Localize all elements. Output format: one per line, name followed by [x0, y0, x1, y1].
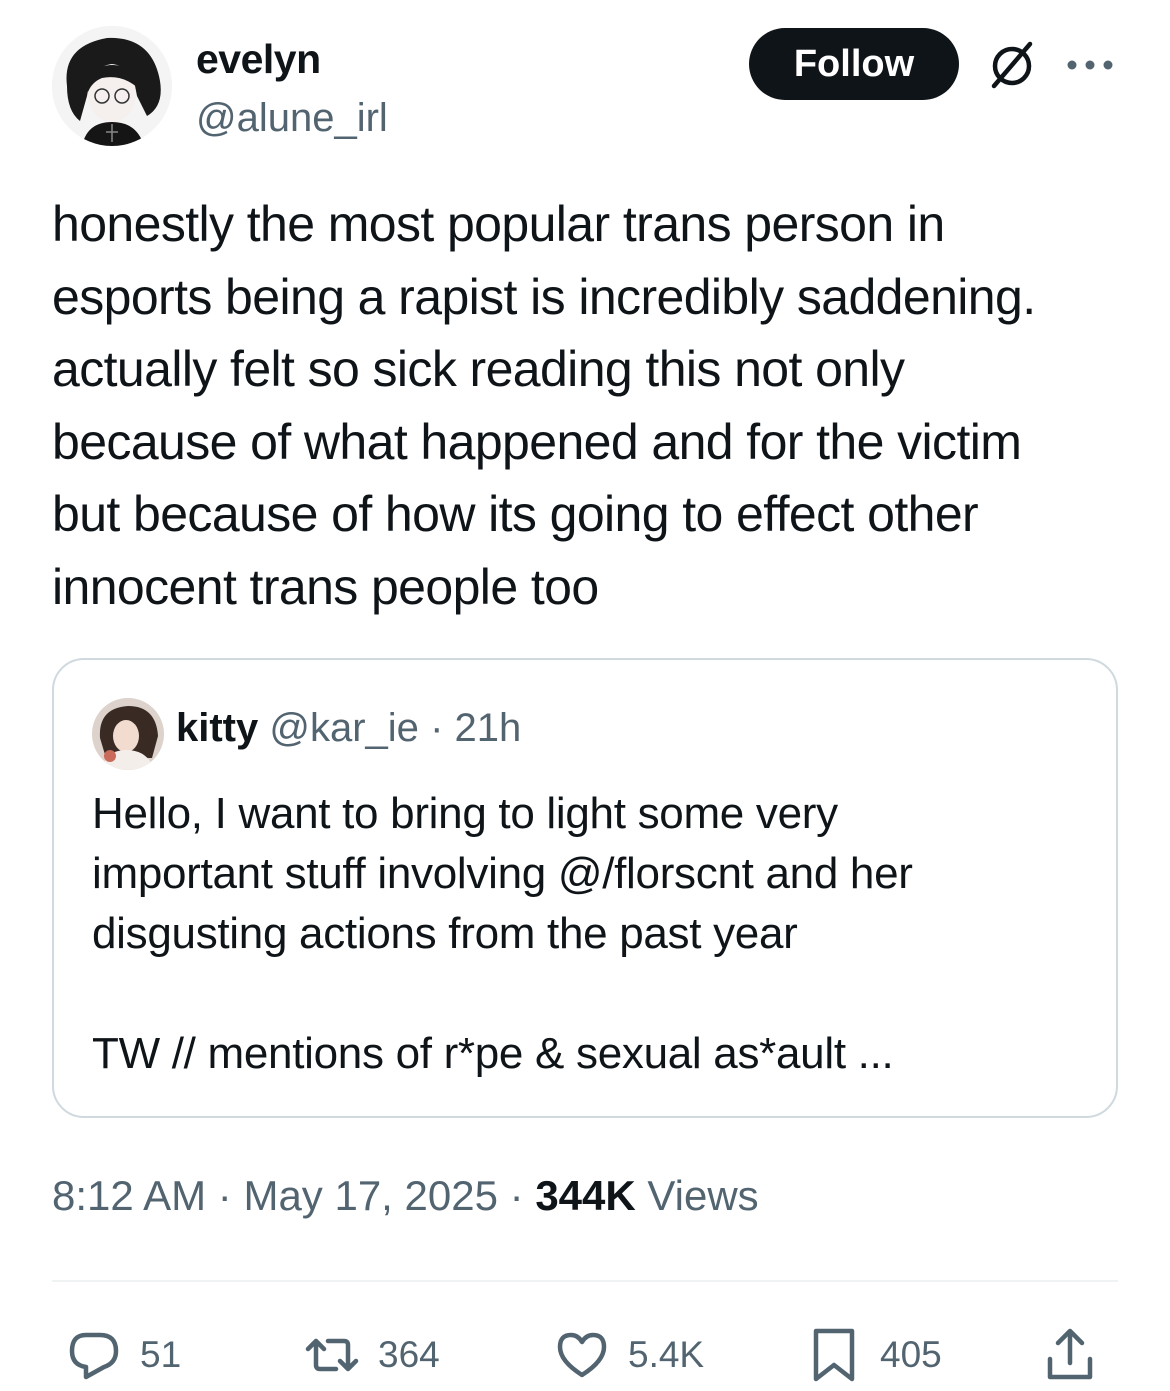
tweet-time[interactable]: 8:12 AM	[52, 1172, 206, 1219]
quoted-author-avatar[interactable]	[92, 698, 164, 770]
more-icon[interactable]	[1062, 50, 1118, 80]
separator: ·	[509, 1172, 524, 1219]
tweet-text: honestly the most popular trans person i…	[52, 196, 1036, 615]
author-avatar[interactable]	[52, 26, 172, 146]
share-button[interactable]	[1040, 1320, 1100, 1390]
author-display-name[interactable]: evelyn	[196, 36, 321, 83]
quoted-tweet[interactable]: kitty @kar_ie · 21h Hello, I want to bri…	[52, 658, 1118, 1118]
quoted-tweet-text: Hello, I want to bring to light some ver…	[92, 789, 913, 1078]
grok-icon[interactable]	[984, 36, 1040, 92]
divider	[52, 1280, 1118, 1282]
bookmark-button[interactable]: 405	[804, 1320, 942, 1390]
like-count: 5.4K	[628, 1334, 705, 1375]
tweet-header: evelyn @alune_irl Follow	[52, 26, 1118, 150]
tweet-meta: 8:12 AM · May 17, 2025 · 344K Views	[52, 1172, 759, 1220]
repost-count: 364	[378, 1334, 440, 1375]
views-count: 344K	[535, 1172, 636, 1219]
repost-button[interactable]: 364	[302, 1320, 440, 1390]
profile-photo-icon	[92, 698, 164, 770]
action-bar: 51 364 5.4K 405	[52, 1320, 1118, 1390]
quoted-author-handle[interactable]: @kar_ie	[269, 706, 419, 750]
reply-count: 51	[140, 1334, 182, 1375]
quoted-author-name[interactable]: kitty	[176, 706, 258, 750]
separator: ·	[430, 706, 444, 750]
repost-icon	[305, 1338, 359, 1372]
heart-icon	[557, 1332, 607, 1378]
profile-photo-icon	[52, 26, 172, 146]
quoted-tweet-meta: kitty @kar_ie · 21h	[176, 706, 521, 751]
separator: ·	[217, 1172, 232, 1219]
like-button[interactable]: 5.4K	[552, 1320, 704, 1390]
share-icon	[1047, 1328, 1093, 1380]
reply-button[interactable]: 51	[64, 1320, 181, 1390]
tweet-date[interactable]: May 17, 2025	[243, 1172, 498, 1219]
follow-button[interactable]: Follow	[749, 28, 959, 100]
author-handle[interactable]: @alune_irl	[196, 96, 388, 141]
bookmark-icon	[813, 1328, 855, 1382]
reply-icon	[69, 1332, 119, 1380]
views-label: Views	[647, 1172, 759, 1219]
bookmark-count: 405	[880, 1334, 942, 1375]
quoted-tweet-time[interactable]: 21h	[455, 706, 522, 750]
